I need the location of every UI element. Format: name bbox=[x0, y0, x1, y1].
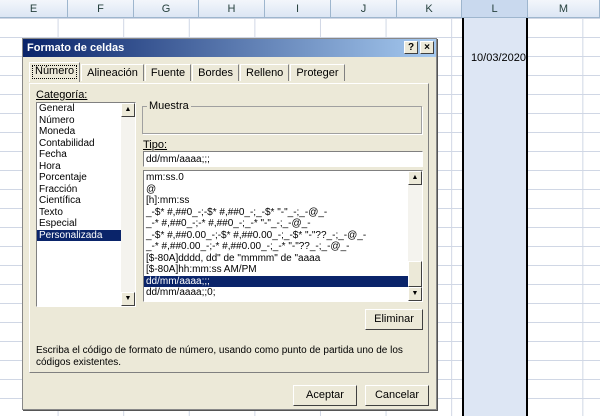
categoria-label: Categoría: bbox=[36, 89, 88, 101]
format-item[interactable]: _-* #,##0_-;-* #,##0_-;_-* "-"_-;_-@_- bbox=[144, 218, 422, 230]
format-item[interactable]: _-$* #,##0.00_-;-$* #,##0.00_-;_-$* "-"?… bbox=[144, 230, 422, 242]
cell-l3[interactable]: 10/03/2020 bbox=[466, 52, 526, 64]
scroll-down-icon[interactable]: ▼ bbox=[408, 287, 422, 301]
tab-numero[interactable]: Número bbox=[29, 62, 81, 82]
column-header-m[interactable]: M bbox=[528, 0, 600, 18]
column-header-f[interactable]: F bbox=[68, 0, 134, 18]
format-item[interactable]: mm:ss.0 bbox=[144, 172, 422, 184]
tab-proteger[interactable]: Proteger bbox=[290, 64, 345, 81]
scroll-up-icon[interactable]: ▲ bbox=[408, 171, 422, 185]
tab-bordes[interactable]: Bordes bbox=[192, 64, 239, 81]
format-item[interactable]: dd/mm/aaaa;;0; bbox=[144, 287, 422, 299]
scroll-up-icon[interactable]: ▲ bbox=[121, 103, 135, 117]
close-button[interactable]: × bbox=[420, 41, 434, 54]
format-cells-dialog: Formato de celdas ? × Número Alineación … bbox=[22, 38, 437, 410]
dialog-title-bar[interactable]: Formato de celdas ? × bbox=[23, 39, 436, 57]
numero-panel: Categoría: General Número Moneda Contabi… bbox=[29, 83, 429, 373]
scroll-down-icon[interactable]: ▼ bbox=[121, 292, 135, 306]
tipo-input[interactable] bbox=[143, 151, 423, 167]
format-item[interactable]: _-$* #,##0_-;-$* #,##0_-;_-$* "-"_-;_-@_… bbox=[144, 207, 422, 219]
format-item[interactable]: @ bbox=[144, 184, 422, 196]
category-scrollbar[interactable]: ▲ ▼ bbox=[121, 103, 135, 306]
dialog-title: Formato de celdas bbox=[27, 42, 125, 54]
format-list[interactable]: mm:ss.0 @ [h]:mm:ss _-$* #,##0_-;-$* #,#… bbox=[143, 170, 423, 302]
column-header-e[interactable]: E bbox=[0, 0, 68, 18]
column-header-k[interactable]: K bbox=[397, 0, 462, 18]
selected-column-l[interactable] bbox=[462, 18, 528, 416]
scroll-thumb[interactable] bbox=[408, 261, 422, 287]
column-header-j[interactable]: J bbox=[331, 0, 397, 18]
tipo-label: Tipo: bbox=[143, 139, 168, 151]
tab-relleno[interactable]: Relleno bbox=[240, 64, 290, 81]
format-item[interactable]: [$-80A]dddd, dd" de "mmmm" de "aaaa bbox=[144, 253, 422, 265]
muestra-label: Muestra bbox=[147, 100, 191, 112]
format-item[interactable]: [$-80A]hh:mm:ss AM/PM bbox=[144, 264, 422, 276]
format-scrollbar[interactable]: ▲ ▼ bbox=[408, 171, 422, 301]
help-button[interactable]: ? bbox=[404, 41, 418, 54]
tab-fuente[interactable]: Fuente bbox=[144, 64, 192, 81]
column-header-i[interactable]: I bbox=[265, 0, 331, 18]
format-item[interactable]: [h]:mm:ss bbox=[144, 195, 422, 207]
column-header-h[interactable]: H bbox=[199, 0, 265, 18]
column-header-g[interactable]: G bbox=[134, 0, 199, 18]
eliminar-button[interactable]: Eliminar bbox=[365, 309, 423, 330]
cancelar-button[interactable]: Cancelar bbox=[365, 385, 429, 406]
format-item-selected[interactable]: dd/mm/aaaa;;; bbox=[144, 275, 422, 287]
aceptar-button[interactable]: Aceptar bbox=[293, 385, 357, 406]
tab-alineacion[interactable]: Alineación bbox=[81, 64, 144, 81]
column-header-l[interactable]: L bbox=[462, 0, 528, 18]
format-item[interactable]: _-* #,##0.00_-;-* #,##0.00_-;_-* "-"??_-… bbox=[144, 241, 422, 253]
muestra-group: Muestra bbox=[142, 100, 422, 134]
category-list[interactable]: General Número Moneda Contabilidad Fecha… bbox=[36, 102, 136, 307]
description-text: Escriba el código de formato de número, … bbox=[36, 345, 403, 368]
tab-bar: Número Alineación Fuente Bordes Relleno … bbox=[29, 62, 346, 82]
